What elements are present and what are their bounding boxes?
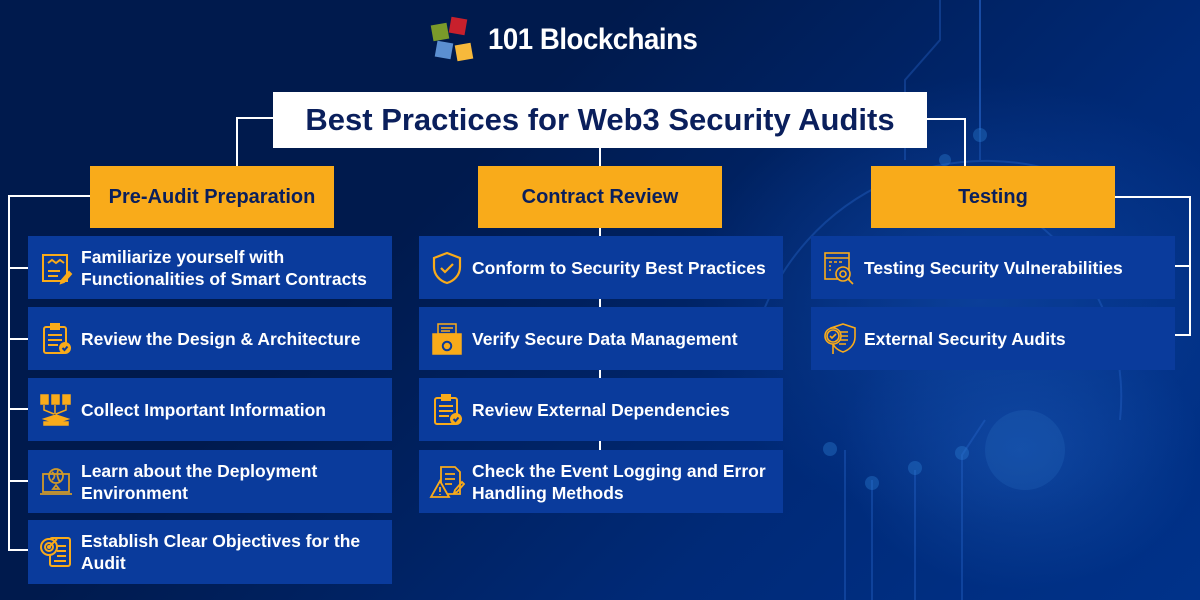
category-label: Contract Review — [521, 185, 679, 208]
item-label: Verify Secure Data Management — [472, 328, 738, 349]
category-label: Testing — [958, 185, 1028, 208]
document-warning-icon — [427, 462, 467, 502]
blocks-logo-icon — [430, 16, 474, 62]
clipboard-check-icon — [427, 390, 467, 430]
item-label: External Security Audits — [864, 328, 1066, 349]
list-item: Testing Security Vulnerabilities — [811, 236, 1175, 299]
list-item: Familiarize yourself with Functionalitie… — [28, 236, 392, 299]
item-label: Establish Clear Objectives for the Audit — [81, 531, 361, 573]
diagram-title-text: Best Practices for Web3 Security Audits — [305, 102, 895, 137]
list-item: Review External Dependencies — [419, 378, 783, 441]
category-pre-audit-preparation: Pre-Audit Preparation — [90, 166, 334, 228]
item-label: Collect Important Information — [81, 399, 326, 420]
item-label: Learn about the Deployment Environment — [81, 460, 318, 503]
list-item: Establish Clear Objectives for the Audit — [28, 520, 392, 584]
category-contract-review: Contract Review — [478, 166, 722, 228]
brand-name: 101 Blockchains — [488, 23, 698, 56]
category-label: Pre-Audit Preparation — [108, 185, 316, 208]
item-label: Conform to Security Best Practices — [472, 257, 766, 278]
list-item: Learn about the Deployment Environment — [28, 450, 392, 513]
item-label: Familiarize yourself with Functionalitie… — [81, 246, 367, 289]
list-item: Collect Important Information — [28, 378, 392, 441]
clipboard-check-icon — [36, 319, 76, 359]
list-item: Verify Secure Data Management — [419, 307, 783, 370]
target-document-icon — [36, 532, 76, 572]
list-item: Review the Design & Architecture — [28, 307, 392, 370]
list-item: Conform to Security Best Practices — [419, 236, 783, 299]
item-label: Review the Design & Architecture — [81, 328, 361, 349]
laptop-globe-icon — [36, 462, 76, 502]
contract-handshake-icon — [36, 248, 76, 288]
list-item: Check the Event Logging and Error Handli… — [419, 450, 783, 513]
item-label: Testing Security Vulnerabilities — [864, 257, 1123, 278]
shield-check-icon — [427, 248, 467, 288]
item-label: Check the Event Logging and Error Handli… — [472, 460, 766, 503]
list-item: External Security Audits — [811, 307, 1175, 370]
item-label: Review External Dependencies — [472, 399, 730, 420]
brand-logo: 101 Blockchains — [430, 16, 716, 64]
code-search-icon — [819, 248, 859, 288]
category-testing: Testing — [871, 166, 1115, 228]
collect-documents-icon — [36, 390, 76, 430]
diagram-title: Best Practices for Web3 Security Audits — [273, 92, 927, 148]
shield-magnifier-icon — [819, 319, 859, 359]
folder-gear-icon — [427, 319, 467, 359]
